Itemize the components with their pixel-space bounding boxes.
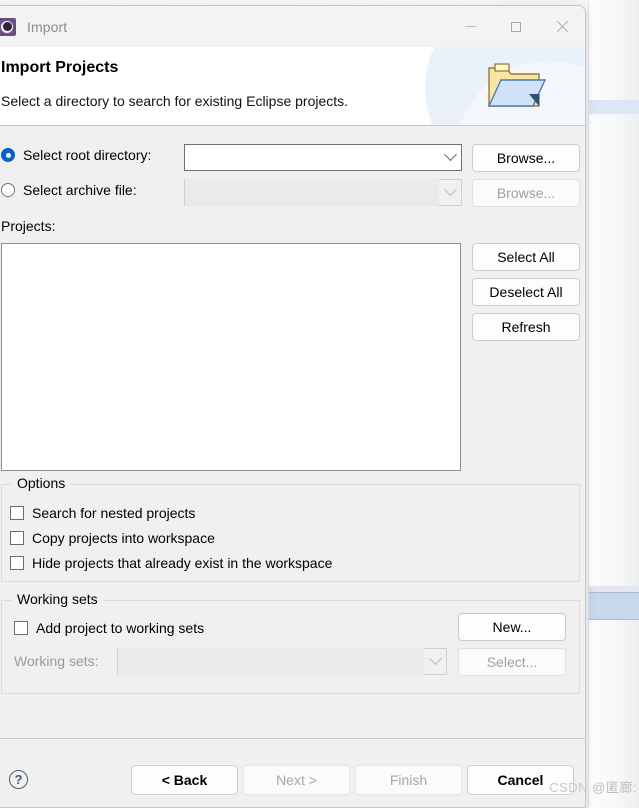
checkbox-indicator	[10, 506, 24, 520]
radio-indicator	[1, 183, 15, 197]
deselect-all-button[interactable]: Deselect All	[472, 278, 580, 306]
chevron-down-icon[interactable]	[439, 145, 461, 170]
maximize-icon	[511, 21, 521, 32]
checkbox-label: Hide projects that already exist in the …	[32, 555, 333, 571]
working-sets-combo	[117, 648, 447, 675]
checkbox-copy-projects-into-workspace[interactable]: Copy projects into workspace	[10, 530, 215, 546]
checkbox-label: Copy projects into workspace	[32, 530, 215, 546]
working-sets-label: Working sets:	[14, 653, 99, 669]
checkbox-indicator	[10, 531, 24, 545]
finish-button: Finish	[355, 765, 462, 795]
chevron-down-icon	[439, 180, 461, 205]
page-description: Select a directory to search for existin…	[1, 93, 349, 109]
chevron-down-icon	[424, 649, 446, 674]
archive-file-input	[185, 179, 439, 206]
background-window-toolbar-strip	[588, 100, 639, 114]
minimize-button[interactable]	[447, 6, 493, 47]
minimize-icon	[464, 26, 476, 27]
root-directory-label: Select root directory:	[23, 147, 152, 163]
open-folder-icon	[487, 63, 547, 107]
archive-file-radio[interactable]: Select archive file:	[1, 182, 137, 198]
watermark-user: @匿廊:	[592, 780, 637, 795]
checkbox-add-project-to-working-sets[interactable]: Add project to working sets	[14, 620, 204, 636]
checkbox-label: Add project to working sets	[36, 620, 205, 636]
projects-label: Projects:	[1, 218, 56, 234]
watermark-brand: CSDN	[549, 780, 589, 795]
browse-root-directory-button[interactable]: Browse...	[472, 144, 580, 172]
dialog-title: Import	[27, 18, 68, 35]
page-title: Import Projects	[1, 59, 119, 76]
root-directory-combo[interactable]	[184, 144, 462, 171]
next-button: Next >	[243, 765, 350, 795]
background-window-panel	[588, 0, 639, 808]
eclipse-gear-icon	[0, 17, 16, 36]
refresh-button[interactable]: Refresh	[472, 313, 580, 341]
back-button[interactable]: < Back	[131, 765, 238, 795]
archive-file-combo	[184, 179, 462, 206]
checkbox-indicator	[10, 556, 24, 570]
working-sets-group-title: Working sets	[12, 591, 103, 607]
background-selected-row	[589, 592, 639, 620]
maximize-button[interactable]	[493, 6, 539, 47]
dialog-body: Select root directory: Browse... Select …	[0, 126, 585, 740]
select-working-sets-button: Select...	[458, 648, 566, 676]
radio-indicator	[1, 148, 15, 162]
watermark: CSDN @匿廊:	[549, 777, 637, 796]
checkbox-indicator	[14, 621, 28, 635]
options-group-title: Options	[12, 475, 71, 491]
close-icon	[556, 21, 568, 33]
import-projects-dialog: Import Import Projects Select a director…	[0, 5, 586, 808]
working-sets-input	[118, 648, 424, 675]
close-button[interactable]	[539, 6, 585, 47]
checkbox-label: Search for nested projects	[32, 505, 196, 521]
checkbox-hide-existing-projects[interactable]: Hide projects that already exist in the …	[10, 555, 332, 571]
new-working-set-button[interactable]: New...	[458, 613, 566, 641]
archive-file-label: Select archive file:	[23, 182, 137, 198]
checkbox-search-nested-projects[interactable]: Search for nested projects	[10, 505, 195, 521]
dialog-title-bar: Import	[0, 6, 585, 47]
root-directory-input[interactable]	[185, 144, 439, 171]
root-directory-radio[interactable]: Select root directory:	[1, 147, 151, 163]
browse-archive-file-button: Browse...	[472, 179, 580, 207]
dialog-header: Import Projects Select a directory to se…	[0, 47, 585, 126]
dialog-button-bar: ? < Back Next > Finish Cancel	[0, 738, 585, 807]
projects-list[interactable]	[1, 243, 461, 471]
help-icon[interactable]: ?	[9, 770, 28, 789]
select-all-button[interactable]: Select All	[472, 243, 580, 271]
window-controls	[447, 6, 585, 47]
